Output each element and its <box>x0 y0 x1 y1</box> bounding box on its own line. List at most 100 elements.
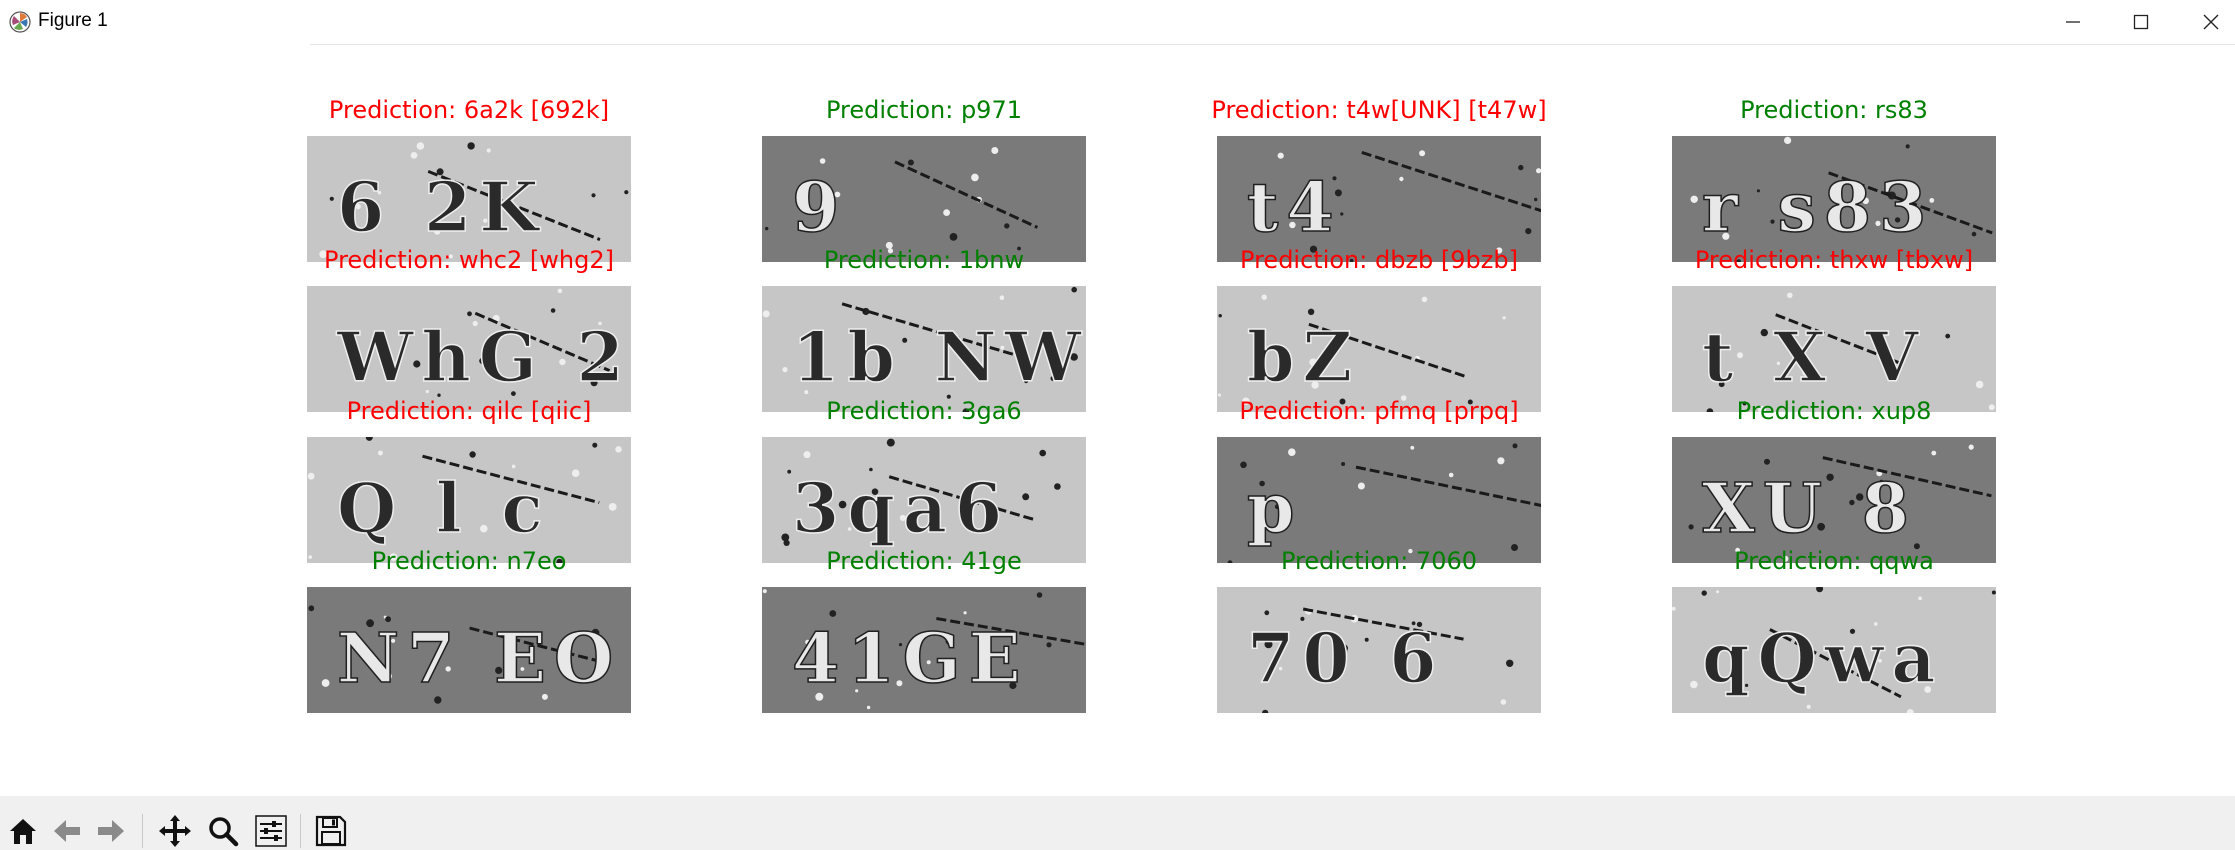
noise-dot <box>1288 448 1296 456</box>
toolbar-separator <box>142 814 143 848</box>
maximize-button[interactable] <box>2108 0 2174 44</box>
noise-dot <box>1410 445 1415 450</box>
home-button[interactable] <box>4 812 42 850</box>
prediction-title: Prediction: thxw [tbxw] <box>1694 246 1974 274</box>
noise-dot <box>467 142 475 150</box>
noise-dot <box>1502 316 1506 320</box>
noise-dot <box>469 451 476 458</box>
captcha-text: t4 <box>1247 168 1342 248</box>
noise-dot <box>1307 308 1315 315</box>
prediction-title: Prediction: qqwa <box>1734 547 1934 575</box>
noise-dot <box>1264 610 1270 616</box>
noise-dot <box>1536 168 1541 174</box>
noise-dot <box>1277 152 1284 159</box>
pan-icon <box>159 815 191 847</box>
captcha-text: t X V <box>1702 318 1926 398</box>
noise-dot <box>486 148 491 153</box>
noise-dot <box>1500 699 1507 705</box>
prediction-title: Prediction: 6a2k [692k] <box>328 96 610 124</box>
zoom-button[interactable] <box>204 812 242 850</box>
noise-dot <box>1512 443 1518 449</box>
configure-subplots-button[interactable] <box>252 812 290 850</box>
noise-dot <box>591 193 596 198</box>
forward-button[interactable] <box>92 812 130 850</box>
canvas-border <box>310 44 2235 45</box>
captcha-image: qQwa <box>1672 587 1996 713</box>
captcha-text: 41GE <box>792 619 1029 699</box>
minimize-button[interactable] <box>2040 0 2106 44</box>
noise-dot <box>1357 482 1365 490</box>
captcha-image: p <box>1217 437 1541 563</box>
noise-dot <box>1419 150 1426 157</box>
captcha-image: 70 6 <box>1217 587 1541 713</box>
noise-dot <box>943 209 950 216</box>
noise-dot <box>1506 659 1514 667</box>
prediction-title: Prediction: 1bnw <box>823 246 1025 274</box>
noise-dot <box>1525 228 1532 235</box>
captcha-image: t X V <box>1672 286 1996 412</box>
captcha-text: r s83 <box>1702 168 1934 248</box>
noise-dot <box>571 469 580 477</box>
back-button[interactable] <box>48 812 86 850</box>
prediction-title: Prediction: 41ge <box>826 547 1022 575</box>
prediction-title: Prediction: n7eo <box>371 547 567 575</box>
prediction-title: Prediction: 7060 <box>1280 547 1478 575</box>
noise-dot <box>1399 176 1404 182</box>
pan-button[interactable] <box>156 812 194 850</box>
noise-dot <box>467 311 472 317</box>
figure-canvas[interactable]: Prediction: 6a2k [692k] 6 2K Prediction: p… <box>0 44 2235 796</box>
prediction-title: Prediction: qilc [qiic] <box>346 397 592 425</box>
captcha-text: 3qa6 <box>792 469 1010 549</box>
save-icon <box>315 815 347 847</box>
noise-dot <box>866 705 871 710</box>
noise-dot <box>511 464 516 469</box>
prediction-title: Prediction: whc2 [whg2] <box>324 246 614 274</box>
noise-dot <box>308 605 315 612</box>
noise-dot <box>1701 590 1707 596</box>
captcha-text: bZ <box>1247 318 1360 398</box>
noise-dot <box>377 450 383 456</box>
noise-dot <box>999 295 1005 300</box>
close-button[interactable] <box>2178 0 2235 44</box>
toolbar-separator <box>300 814 301 848</box>
noise-dot <box>329 196 334 201</box>
noise-dot <box>1448 472 1454 478</box>
noise-dot <box>550 308 556 313</box>
noise-dot <box>1039 449 1046 457</box>
noise-dot <box>829 610 837 617</box>
captcha-text: qQwa <box>1702 619 1943 699</box>
noise-dot <box>949 233 958 241</box>
prediction-title: Prediction: t4w[UNK] [t47w] <box>1211 96 1547 124</box>
noise-dot <box>1004 223 1010 229</box>
captcha-image: 9 <box>762 136 1086 262</box>
noise-dot <box>963 611 967 615</box>
noise-dot <box>1218 314 1222 318</box>
captcha-image: 41GE <box>762 587 1086 713</box>
noise-dot <box>1054 483 1061 490</box>
noise-dot <box>1764 458 1770 465</box>
captcha-image: r s83 <box>1672 136 1996 262</box>
noise-dot <box>1918 596 1922 601</box>
minimize-icon <box>2066 21 2080 23</box>
noise-dot <box>608 503 617 511</box>
noise-dot <box>1497 457 1505 465</box>
noise-dot <box>1534 197 1538 202</box>
captcha-text: N7 EO <box>337 619 621 699</box>
window-titlebar: Figure 1 <box>0 0 2235 44</box>
captcha-text: 1b NW <box>792 318 1086 398</box>
noise-dot <box>1046 642 1052 648</box>
window-title: Figure 1 <box>38 10 108 31</box>
prediction-title: Prediction: p971 <box>826 96 1022 124</box>
noise-dot <box>1240 461 1247 469</box>
noise-dot <box>1931 450 1937 456</box>
captcha-text: 6 2K <box>337 168 546 248</box>
home-icon <box>10 819 36 844</box>
noise-dot <box>1716 590 1720 594</box>
captcha-image: 6 2K <box>307 136 631 262</box>
forward-icon <box>98 820 124 842</box>
save-button[interactable] <box>312 812 350 850</box>
noise-dot <box>1036 592 1043 598</box>
noise-dot <box>1784 136 1792 144</box>
captcha-text: Q l c <box>337 469 551 549</box>
captcha-text: 70 6 <box>1247 619 1445 699</box>
